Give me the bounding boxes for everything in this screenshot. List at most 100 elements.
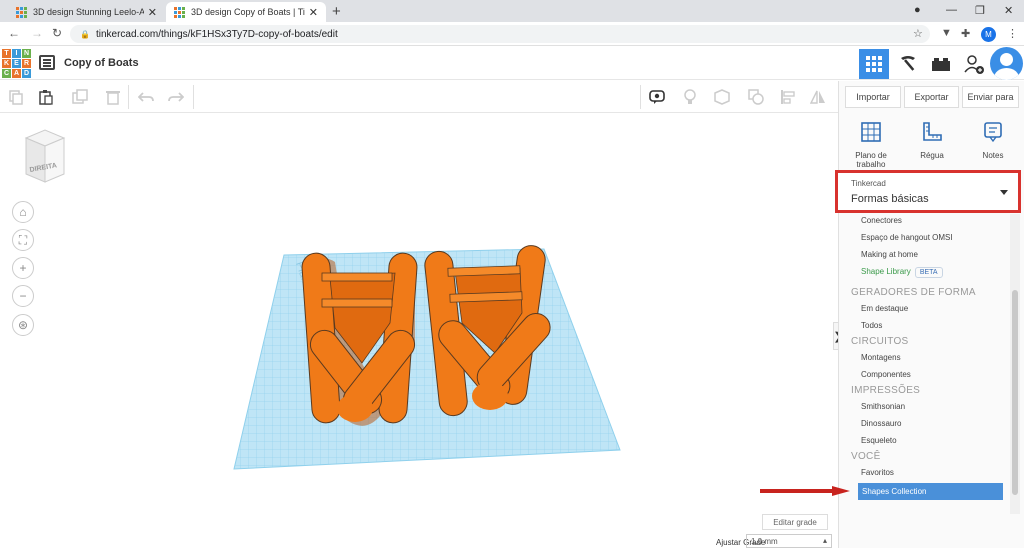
toolbar-divider [193,85,194,109]
library-item-selected[interactable]: Shapes Collection [858,483,1003,500]
extension-icon[interactable]: ▼ [941,27,952,39]
invite-user-button[interactable] [959,49,989,79]
library-item[interactable]: Shape Library BETA [861,267,943,278]
tab-search-icon[interactable]: ● [914,4,921,16]
browser-tab[interactable]: 3D design Stunning Leelo-Amber ✕ [8,2,165,22]
extensions-puzzle-icon[interactable]: ✚ [961,27,970,40]
bookmark-star-icon[interactable]: ☆ [913,27,923,40]
perspective-button[interactable]: ⊛ [12,314,34,336]
shape-icon[interactable] [714,89,730,105]
library-section-heading: GERADORES DE FORMA [851,287,976,298]
library-section-heading: VOCÊ [851,451,881,462]
bricks-button[interactable] [926,49,956,79]
ruler-tool[interactable]: Régua [902,121,962,160]
scrollbar-thumb[interactable] [1012,290,1018,495]
codeblocks-button[interactable] [893,49,923,79]
import-button[interactable]: Importar [845,86,901,108]
workplane-tool[interactable]: Plano de trabalho [841,121,901,169]
undo-icon[interactable] [138,89,154,105]
send-to-button[interactable]: Enviar para [962,86,1019,108]
3d-view-button[interactable] [859,49,889,79]
library-section-heading: IMPRESSÕES [851,385,921,396]
fit-icon: ⛶ [18,232,28,247]
design-list-icon[interactable] [39,55,55,70]
library-item[interactable]: Favoritos [861,468,894,477]
tab-title: 3D design Copy of Boats | Tinker [191,7,305,17]
workplane-tool-label: Plano de trabalho [855,151,887,169]
back-icon[interactable]: ← [8,26,20,40]
library-item[interactable]: Montagens [861,353,901,362]
tinkercad-logo[interactable]: TIN KER CAD [2,49,31,78]
zoom-in-button[interactable]: + [12,257,34,279]
library-item[interactable]: Smithsonian [861,402,905,411]
minus-icon: − [19,289,27,303]
home-icon: ⌂ [19,205,27,219]
pickaxe-icon [901,56,915,71]
copy-icon[interactable] [8,89,24,105]
group-icon[interactable] [748,89,764,105]
minimize-icon[interactable]: — [946,4,957,16]
lock-icon: 🔒 [80,29,90,39]
duplicate-icon[interactable] [72,89,88,105]
restore-icon[interactable]: ❐ [975,4,985,17]
grid-icon [866,56,882,72]
library-section-heading: CIRCUITOS [851,336,909,347]
snap-grid-select[interactable]: 1,0 mm [746,534,832,548]
library-item[interactable]: Dinossauro [861,419,901,428]
perspective-icon: ⊛ [17,318,29,332]
zoom-out-button[interactable]: − [12,285,34,307]
fit-view-button[interactable]: ⛶ [12,229,34,251]
library-item[interactable]: Espaço de hangout OMSI [861,233,953,242]
logo-letter: T [2,49,11,58]
new-tab-icon[interactable]: + [332,3,341,20]
workplane-canvas[interactable]: Plano de trabalho [0,113,834,548]
library-item[interactable]: Componentes [861,370,911,379]
3d-viewport[interactable]: Plano de trabalho [0,113,834,548]
lightbulb-icon[interactable] [682,89,698,105]
red-pointer-arrow-icon [760,486,850,496]
caret-down-icon [1000,190,1008,195]
ruler-tool-label: Régua [920,151,944,160]
add-user-icon [964,55,984,74]
toolbar-divider [640,85,641,109]
export-button[interactable]: Exportar [904,86,959,108]
address-bar[interactable]: 🔒 tinkercad.com/things/kF1HSx3Ty7D-copy-… [70,25,930,43]
shape-library-dropdown[interactable]: Tinkercad Formas básicas [835,170,1021,213]
paste-icon[interactable] [38,89,54,105]
reload-icon[interactable]: ↻ [52,26,62,40]
edit-grid-button[interactable]: Editar grade [762,514,828,530]
design-title[interactable]: Copy of Boats [64,57,139,69]
library-item[interactable]: Esqueleto [861,436,897,445]
view-comment-icon[interactable] [649,89,665,105]
close-tab-icon[interactable]: ✕ [309,6,318,19]
shape-library-list: Conectores Espaço de hangout OMSI Making a… [845,214,1005,504]
browser-tab-active[interactable]: 3D design Copy of Boats | Tinker ✕ [166,2,326,22]
view-cube[interactable]: DIREITA [22,128,68,184]
library-item[interactable]: Conectores [861,216,902,225]
logo-letter: R [22,59,31,68]
mirror-icon[interactable] [810,89,826,105]
library-item[interactable]: Making at home [861,250,918,259]
user-avatar[interactable] [990,47,1023,80]
brick-icon [932,58,950,71]
forward-icon[interactable]: → [31,26,43,40]
library-item[interactable]: Em destaque [861,304,908,313]
notes-tool[interactable]: Notes [963,121,1023,160]
logo-letter: I [12,49,21,58]
browser-profile-avatar[interactable]: M [981,27,996,42]
redo-icon[interactable] [168,89,184,105]
workplane-icon [861,122,881,142]
logo-letter: K [2,59,11,68]
notes-tool-label: Notes [982,151,1004,160]
library-item[interactable]: Todos [861,321,882,330]
menu-kebab-icon[interactable]: ⋮ [1007,27,1018,40]
browser-toolbar: ← → ↻ 🔒 tinkercad.com/things/kF1HSx3Ty7D… [0,22,1024,46]
align-icon[interactable] [780,89,796,105]
close-window-icon[interactable]: ✕ [1004,4,1013,17]
beta-badge: BETA [914,267,943,278]
delete-icon[interactable] [105,89,121,105]
close-tab-icon[interactable]: ✕ [148,6,157,19]
toolbar-divider [128,85,129,109]
boat-model[interactable] [301,252,420,426]
home-view-button[interactable]: ⌂ [12,201,34,223]
